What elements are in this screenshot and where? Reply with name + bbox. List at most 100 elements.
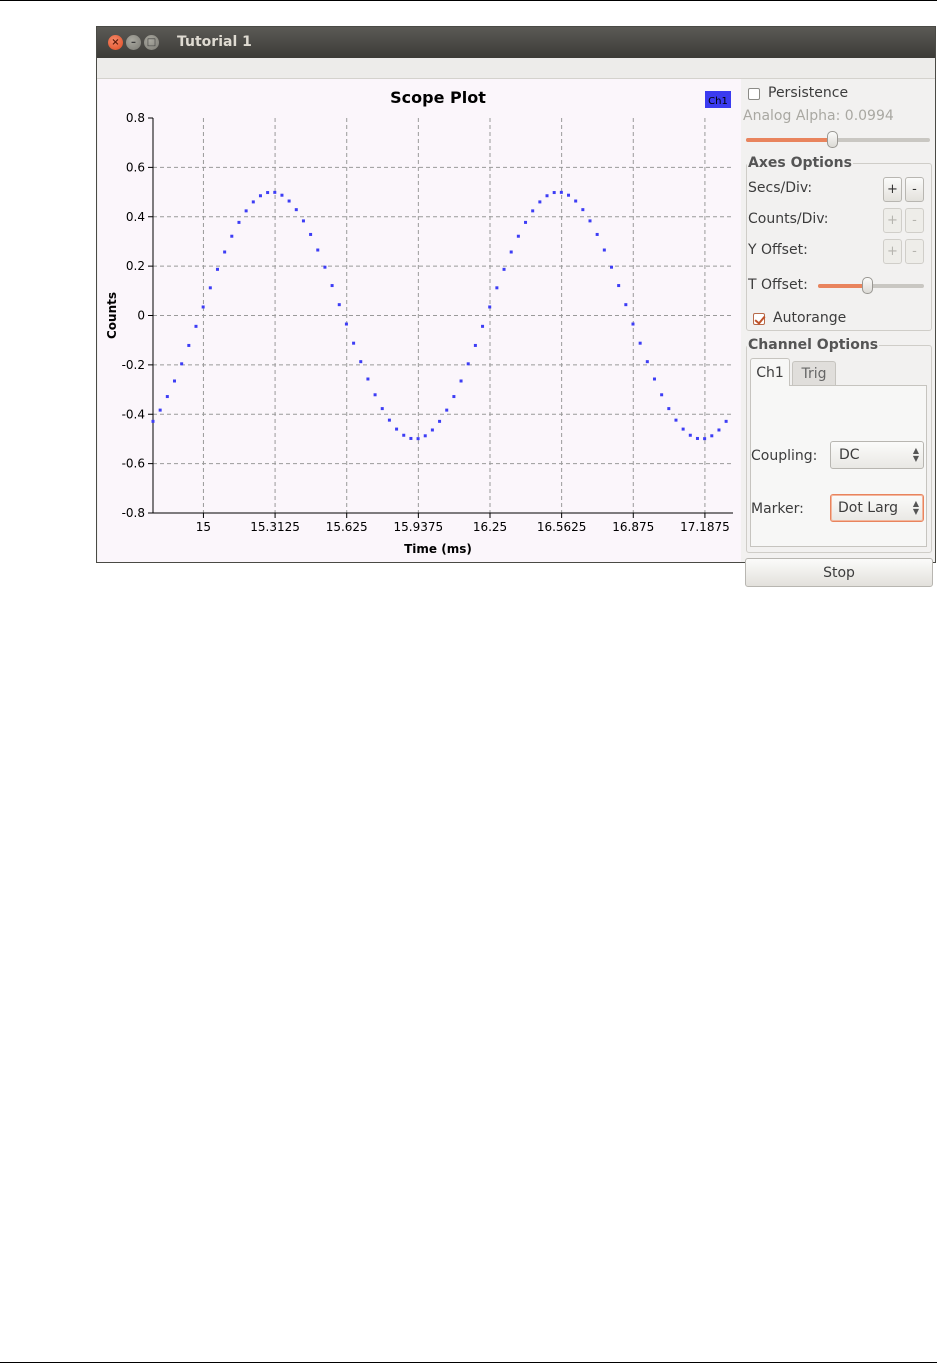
data-point — [172, 379, 176, 383]
counts-div-label: Counts/Div: — [748, 211, 829, 227]
analog-alpha-slider-handle[interactable] — [827, 131, 839, 148]
y-tick-label: -0.4 — [122, 407, 145, 421]
marker-select[interactable]: Dot Larg ▲ ▼ — [830, 494, 924, 522]
legend-label: Ch1 — [708, 96, 728, 107]
secs-div-minus-button[interactable]: - — [905, 177, 924, 202]
data-point — [151, 419, 155, 423]
data-point — [545, 194, 549, 198]
x-tick-label: 16.875 — [612, 520, 654, 534]
x-tick-label: 15 — [196, 520, 211, 534]
y-offset-plus-button[interactable]: + — [883, 239, 902, 264]
data-point — [237, 220, 241, 224]
persistence-checkbox[interactable] — [748, 88, 760, 100]
data-point — [223, 250, 227, 254]
coupling-label: Coupling: — [751, 448, 818, 464]
data-point — [516, 234, 520, 238]
data-point — [602, 248, 606, 252]
app-window: × – □ Tutorial 1 15 15.3125 15.625 15.9375 1… — [96, 26, 936, 587]
tab-trig[interactable]: Trig — [792, 361, 836, 386]
data-point — [509, 250, 513, 254]
y-tick-label: 0 — [137, 309, 145, 323]
scope-plot-canvas[interactable]: 15 15.3125 15.625 15.9375 16.25 16.5625 16.875… — [98, 79, 741, 562]
y-offset-label: Y Offset: — [748, 242, 808, 258]
t-offset-label: T Offset: — [748, 277, 808, 293]
data-point — [337, 303, 341, 307]
minimize-window-icon[interactable]: – — [126, 35, 141, 50]
data-point — [438, 419, 442, 423]
data-point — [452, 395, 456, 399]
data-point — [717, 428, 721, 432]
data-point — [215, 267, 219, 271]
data-point — [473, 343, 477, 347]
data-point — [387, 418, 391, 422]
data-point — [273, 190, 277, 194]
counts-div-minus-button[interactable]: - — [905, 208, 924, 233]
autorange-label: Autorange — [773, 310, 847, 326]
y-axis-label: Counts — [105, 292, 119, 339]
coupling-spin-arrows-icon: ▲ ▼ — [912, 446, 919, 463]
t-offset-slider[interactable] — [818, 277, 924, 294]
stop-button[interactable]: Stop — [745, 558, 933, 587]
data-point — [251, 200, 255, 204]
x-tick-label: 16.25 — [473, 520, 507, 534]
y-offset-minus-button[interactable]: - — [905, 239, 924, 264]
data-point — [559, 190, 563, 194]
maximize-window-icon[interactable]: □ — [144, 35, 159, 50]
data-point — [201, 305, 205, 309]
data-point — [244, 209, 248, 213]
autorange-checkbox[interactable] — [753, 313, 765, 325]
data-point — [180, 362, 184, 366]
x-tick-label: 15.625 — [326, 520, 368, 534]
data-point — [352, 341, 356, 345]
persistence-label: Persistence — [768, 85, 849, 101]
data-point — [531, 209, 535, 213]
close-window-icon[interactable]: × — [108, 35, 123, 50]
analog-alpha-label: Analog Alpha: 0.0994 — [743, 108, 894, 124]
data-point — [538, 200, 542, 204]
data-point — [724, 419, 728, 423]
data-point — [574, 199, 578, 203]
y-tick-label: -0.2 — [122, 358, 145, 372]
y-tick-label: 0.6 — [126, 160, 145, 174]
marker-value: Dot Larg — [838, 500, 899, 516]
data-point — [280, 193, 284, 197]
coupling-select[interactable]: DC ▲ ▼ — [830, 441, 924, 469]
x-axis-label: Time (ms) — [404, 542, 472, 556]
data-point — [674, 418, 678, 422]
title-bar: × – □ Tutorial 1 — [97, 27, 935, 58]
data-point — [359, 360, 363, 364]
data-point — [366, 377, 370, 381]
x-tick-label: 15.3125 — [250, 520, 300, 534]
data-point — [609, 265, 613, 269]
window-title: Tutorial 1 — [177, 34, 252, 50]
data-point — [466, 362, 470, 366]
data-point — [287, 199, 291, 203]
secs-div-plus-button[interactable]: + — [883, 177, 902, 202]
data-point — [402, 433, 406, 437]
analog-alpha-slider[interactable] — [746, 131, 930, 148]
data-point — [660, 393, 664, 397]
counts-div-plus-button[interactable]: + — [883, 208, 902, 233]
t-offset-slider-handle[interactable] — [861, 277, 873, 294]
t-offset-slider-fill — [818, 284, 867, 288]
data-point — [230, 234, 234, 238]
data-point — [323, 265, 327, 269]
coupling-value: DC — [839, 447, 860, 463]
data-point — [344, 322, 348, 326]
data-point — [165, 395, 169, 399]
tab-ch1[interactable]: Ch1 — [750, 358, 790, 386]
y-tick-label: -0.6 — [122, 457, 145, 471]
data-point — [631, 322, 635, 326]
data-point — [645, 360, 649, 364]
x-tick-label: 17.1875 — [680, 520, 730, 534]
scope-plot[interactable]: 15 15.3125 15.625 15.9375 16.25 16.5625 16.875… — [98, 79, 741, 562]
data-point — [373, 393, 377, 397]
data-point — [710, 434, 714, 438]
channel-options-title: Channel Options — [747, 337, 880, 353]
data-point — [588, 219, 592, 223]
data-point — [567, 193, 571, 197]
data-point — [681, 427, 685, 431]
data-point — [581, 208, 585, 212]
y-tick-label: -0.8 — [122, 506, 145, 520]
data-point — [316, 248, 320, 252]
